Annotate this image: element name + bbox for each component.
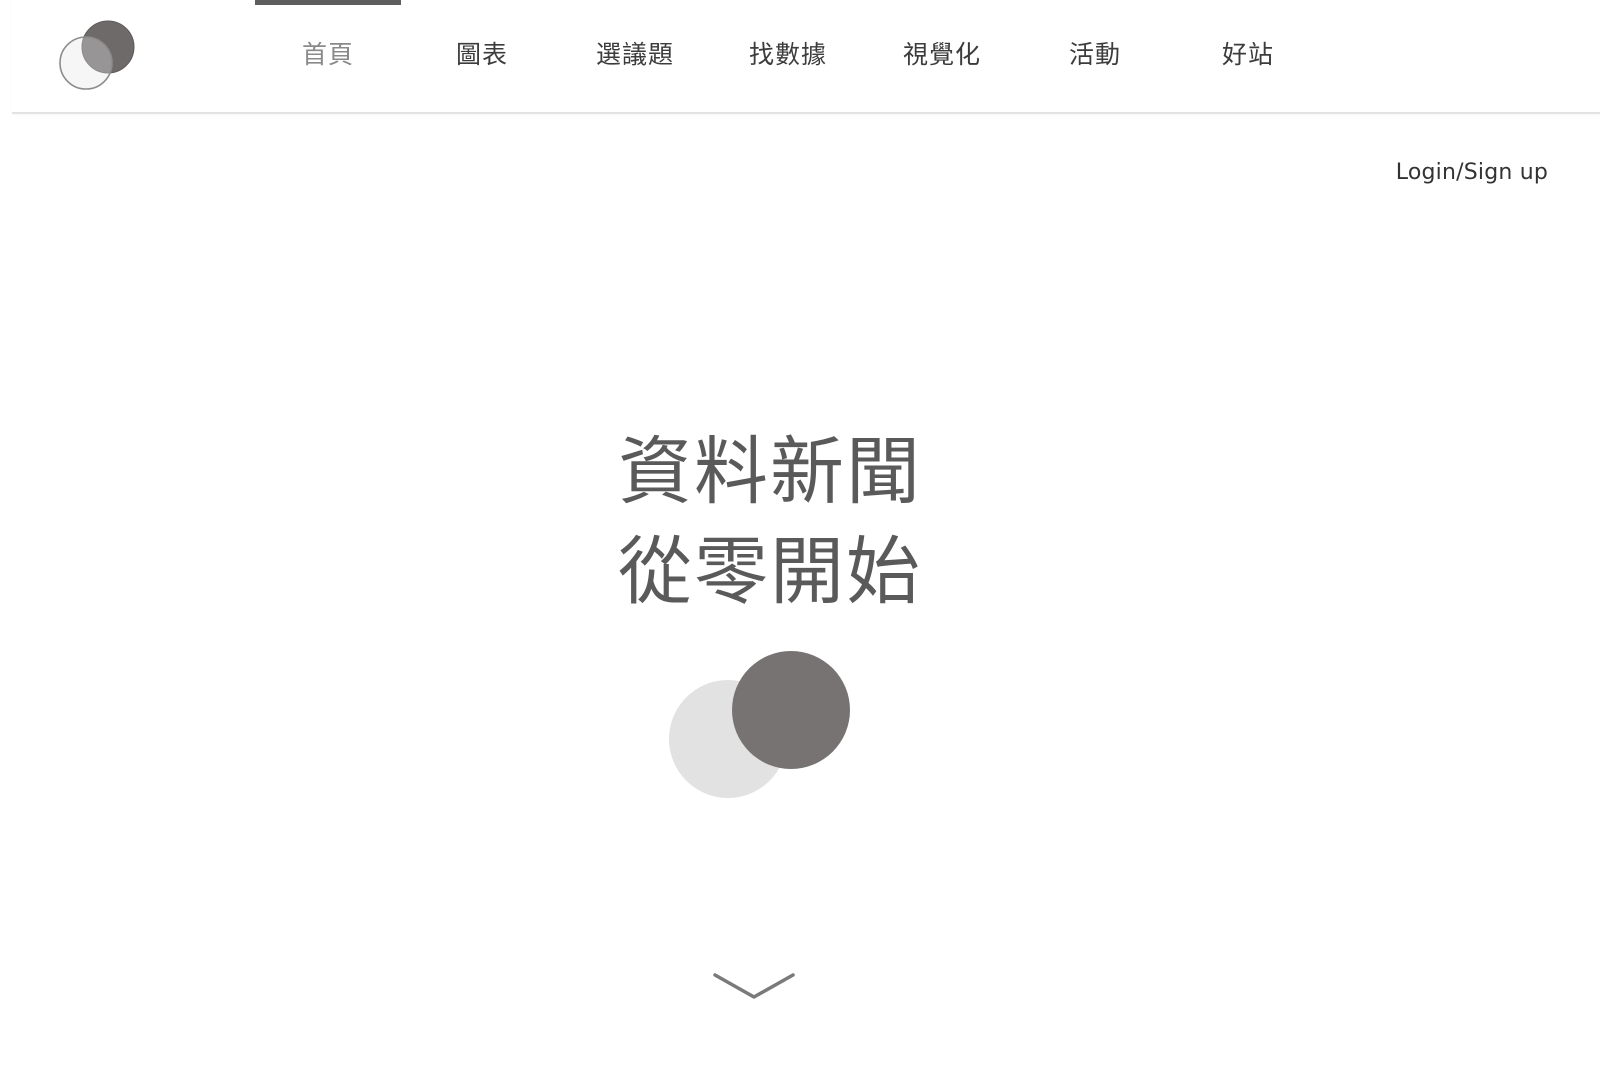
- nav-item-charts[interactable]: 圖表: [409, 0, 555, 112]
- hero-title-line-1: 資料新聞: [618, 429, 922, 515]
- nav-item-topics[interactable]: 選議題: [562, 0, 708, 112]
- top-header: 首頁 圖表 選議題 找數據 視覺化 活動 好站: [12, 0, 1600, 114]
- hero-circles-graphic: [668, 650, 852, 800]
- nav-item-find-data[interactable]: 找數據: [715, 0, 861, 112]
- hero-title: 資料新聞 從零開始: [520, 422, 1020, 622]
- chevron-down-icon: [713, 973, 795, 999]
- nav-item-visualization[interactable]: 視覺化: [869, 0, 1015, 112]
- nav-item-home[interactable]: 首頁: [255, 0, 401, 112]
- nav-item-events[interactable]: 活動: [1022, 0, 1168, 112]
- login-signup-link[interactable]: Login/Sign up: [1396, 160, 1548, 185]
- overlapping-circles-icon: [669, 651, 850, 798]
- hero-title-line-2: 從零開始: [618, 529, 922, 615]
- nav-item-good-sites[interactable]: 好站: [1175, 0, 1321, 112]
- scroll-down-chevron[interactable]: [712, 966, 796, 1006]
- main-nav: 首頁 圖表 選議題 找數據 視覺化 活動 好站: [12, 0, 1600, 112]
